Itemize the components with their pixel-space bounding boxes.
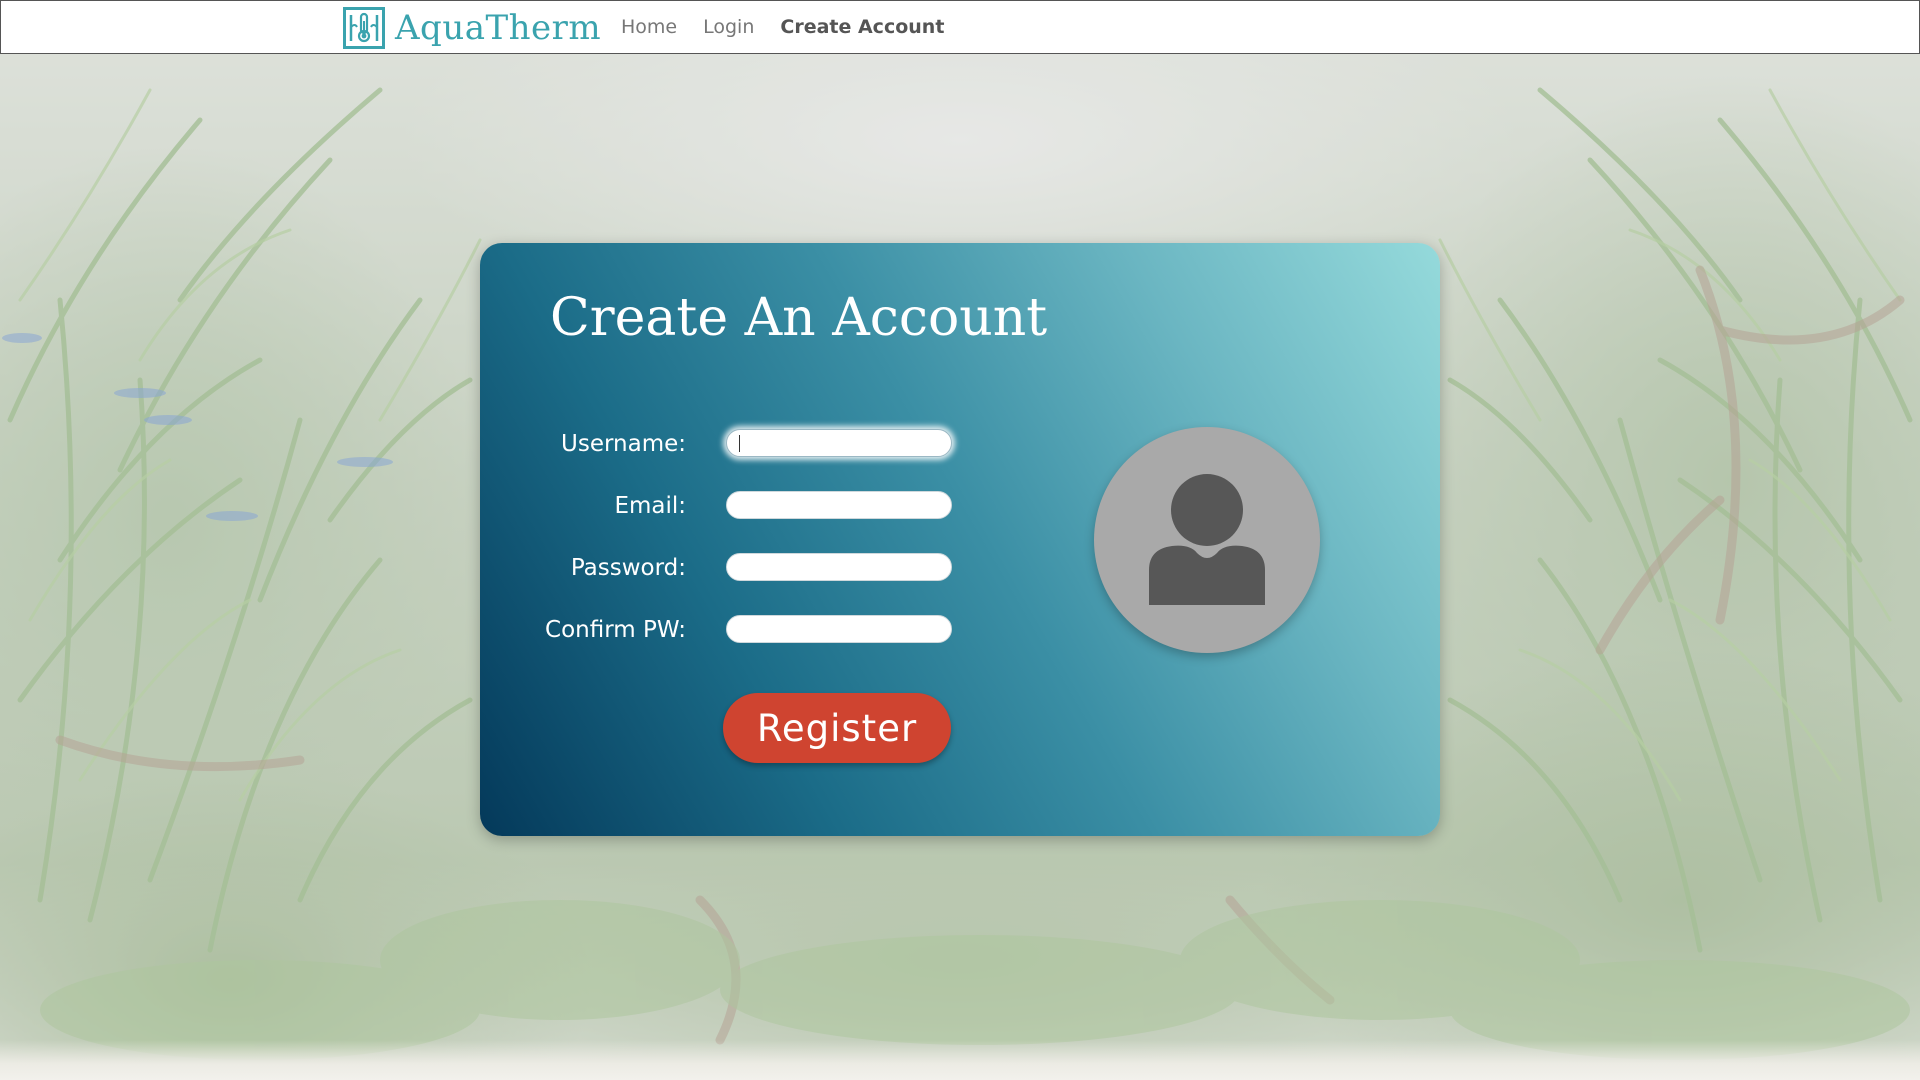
username-label: Username: (561, 431, 686, 457)
nav-link-home[interactable]: Home (621, 16, 677, 38)
top-navbar: AquaTherm Home Login Create Account (0, 0, 1920, 54)
form-row-confirm-password: Confirm PW: (480, 615, 960, 645)
page-title: Create An Account (550, 288, 1048, 348)
thermometer-logo-icon (343, 7, 385, 49)
email-label: Email: (614, 493, 686, 519)
form-row-username: Username: (480, 429, 960, 459)
register-button[interactable]: Register (723, 693, 951, 763)
create-account-card: Create An Account Username: Email: Passw… (480, 243, 1440, 836)
nav-link-login[interactable]: Login (703, 16, 754, 38)
user-avatar-icon (1149, 474, 1265, 605)
text-cursor (739, 435, 740, 452)
email-input[interactable] (726, 491, 952, 519)
username-input[interactable] (726, 429, 952, 457)
confirm-password-input[interactable] (726, 615, 952, 643)
nav-link-create-account[interactable]: Create Account (780, 16, 944, 38)
password-input[interactable] (726, 553, 952, 581)
brand[interactable]: AquaTherm (343, 6, 601, 50)
form-row-email: Email: (480, 491, 960, 521)
confirm-password-label: Confirm PW: (545, 617, 686, 643)
brand-name: AquaTherm (395, 8, 602, 48)
avatar[interactable] (1094, 427, 1320, 653)
form-row-password: Password: (480, 553, 960, 583)
nav-links: Home Login Create Account (621, 1, 970, 53)
gravel-strip (0, 1040, 1920, 1080)
password-label: Password: (570, 555, 686, 581)
